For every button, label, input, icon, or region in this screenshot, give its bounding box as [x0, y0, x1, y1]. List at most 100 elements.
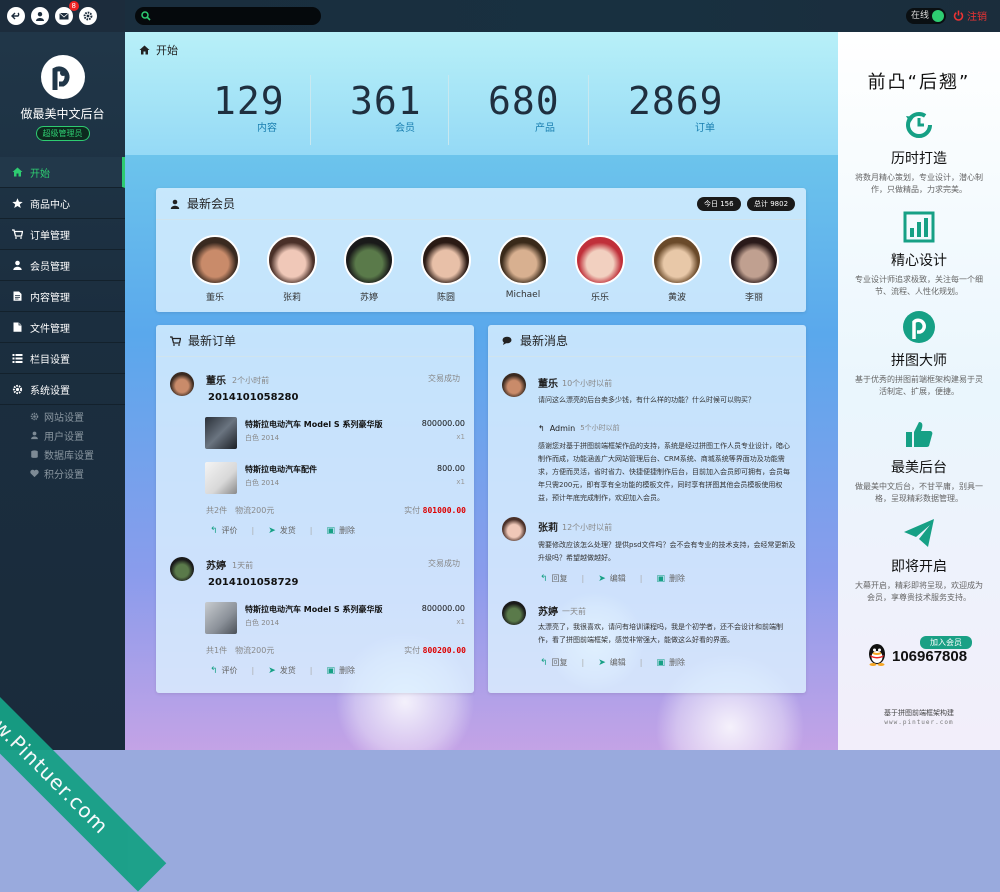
action-2-button[interactable]: ▣ 删除 [657, 573, 686, 584]
action-2-button[interactable]: ▣ 删除 [657, 657, 686, 668]
stat-value: 129 [213, 79, 285, 123]
member-avatar-item[interactable]: 陈圆 [420, 235, 472, 303]
action-0-button[interactable]: ↰ 评价 [210, 525, 238, 536]
action-0-button[interactable]: ↰ 评价 [210, 665, 238, 676]
search-input[interactable] [135, 7, 321, 25]
gear-icon [30, 412, 39, 421]
message-user-name[interactable]: 苏婷 [538, 603, 558, 618]
member-avatar-item[interactable]: 黄波 [651, 235, 703, 303]
action-label: 回复 [551, 574, 568, 583]
toggle-knob [932, 10, 944, 22]
sidebar-item-6[interactable]: 栏目设置 [0, 343, 125, 374]
promo-panel: 前凸“后翘” 历时打造 将数月精心策划，专业设计，潜心制作，只做精品，力求完美。精… [838, 32, 1000, 750]
message-time: 10个小时以前 [562, 379, 613, 388]
logo[interactable] [40, 55, 85, 99]
qq-contact[interactable]: 加入会员 106967808 [866, 636, 996, 676]
home-icon [139, 45, 150, 55]
sidebar-subitem-0[interactable]: 网站设置 [0, 407, 125, 426]
message-user-name[interactable]: 张莉 [538, 519, 558, 534]
action-1-button[interactable]: ➤ 编辑 [598, 573, 626, 584]
order-number[interactable]: 2014101058280 [208, 392, 298, 403]
user-button[interactable] [31, 7, 49, 25]
sidebar-subitem-1[interactable]: 用户设置 [0, 426, 125, 445]
avatar[interactable] [170, 372, 194, 396]
stat-label: 会员 [395, 123, 415, 134]
order-product[interactable]: 特斯拉电动汽车 Model S 系列豪华版 白色 2014 800000.00 x1 [205, 602, 465, 642]
sidebar-item-5[interactable]: 文件管理 [0, 312, 125, 343]
action-row: ↰ 评价 | ➤ 发货 | ▣ 删除 [210, 665, 355, 676]
back-button[interactable] [7, 7, 25, 25]
mail-button[interactable]: 8 [55, 1, 79, 25]
stat-label: 订单 [695, 123, 715, 134]
pintuer-logo-icon [52, 66, 70, 90]
member-avatar-item[interactable]: Michael [497, 235, 549, 303]
sidebar-item-label: 开始 [30, 168, 50, 180]
member-avatar-item[interactable]: 张莉 [266, 235, 318, 303]
feature-title: 最美后台 [891, 460, 947, 476]
sidebar-item-3[interactable]: 会员管理 [0, 250, 125, 281]
order-summary-text: 共2件 物流200元 [206, 506, 275, 515]
order-user-name[interactable]: 苏婷 [206, 557, 226, 572]
message-user-name[interactable]: 董乐 [538, 375, 558, 390]
order-product[interactable]: 特斯拉电动汽车 Model S 系列豪华版 白色 2014 800000.00 x1 [205, 417, 465, 457]
product-qty: x1 [456, 618, 465, 626]
avatar [652, 235, 702, 285]
reply-user[interactable]: Admin [550, 424, 576, 433]
feature-item: 历时打造 将数月精心策划，专业设计，潜心制作，只做精品，力求完美。 [838, 108, 1000, 196]
send-icon: ➤ [268, 525, 276, 536]
online-toggle[interactable]: 在线 [906, 8, 946, 24]
mail-badge: 8 [68, 1, 79, 11]
action-row: ↰ 评价 | ➤ 发货 | ▣ 删除 [210, 525, 355, 536]
action-0-button[interactable]: ↰ 回复 [540, 657, 568, 668]
member-avatar-item[interactable]: 李丽 [728, 235, 780, 303]
sidebar-item-0[interactable]: 开始 [0, 157, 125, 188]
avatar[interactable] [502, 517, 526, 541]
order-status: 交易成功 [428, 559, 460, 568]
breadcrumb-current[interactable]: 开始 [156, 42, 178, 58]
logout-button[interactable]: 注销 [953, 8, 987, 23]
sidebar-item-2[interactable]: 订单管理 [0, 219, 125, 250]
stat-2: 680 产品 [488, 79, 628, 139]
total-count-badge: 总计 9802 [747, 197, 796, 211]
separator: | [251, 526, 255, 535]
action-row: ↰ 回复 | ➤ 编辑 | ▣ 删除 [540, 657, 685, 668]
order-product[interactable]: 特斯拉电动汽车配件 白色 2014 800.00 x1 [205, 462, 465, 502]
action-1-button[interactable]: ➤ 发货 [268, 525, 296, 536]
stat-label: 产品 [535, 123, 555, 134]
member-avatar-item[interactable]: 董乐 [189, 235, 241, 303]
promo-title: 前凸“后翘” [867, 72, 971, 93]
action-label: 评价 [221, 526, 238, 535]
sidebar-subitem-2[interactable]: 数据库设置 [0, 445, 125, 464]
avatar [344, 235, 394, 285]
action-label: 删除 [669, 574, 686, 583]
sidebar-item-7[interactable]: 系统设置 [0, 374, 125, 405]
sidebar-item-4[interactable]: 内容管理 [0, 281, 125, 312]
settings-button[interactable] [79, 7, 97, 25]
action-1-button[interactable]: ➤ 发货 [268, 665, 296, 676]
history-icon [906, 112, 932, 138]
product-name: 特斯拉电动汽车配件 [245, 465, 317, 474]
action-2-button[interactable]: ▣ 删除 [327, 525, 356, 536]
order-number[interactable]: 2014101058729 [208, 577, 298, 588]
sidebar-subitem-label: 网站设置 [44, 413, 84, 424]
order-time: 2个小时前 [232, 376, 270, 385]
member-avatar-item[interactable]: 乐乐 [574, 235, 626, 303]
order-user-name[interactable]: 董乐 [206, 372, 226, 387]
footer-url[interactable]: www.pintuer.com [838, 719, 1000, 726]
feature-item: 即将开启 大幕开启，精彩即将呈现，欢迎成为会员，享尊贵技术服务支持。 [838, 516, 1000, 604]
action-0-button[interactable]: ↰ 回复 [540, 573, 568, 584]
thumbs-up-icon [906, 422, 933, 447]
action-1-button[interactable]: ➤ 编辑 [598, 657, 626, 668]
sidebar-item-1[interactable]: 商品中心 [0, 188, 125, 219]
separator: | [581, 658, 585, 667]
sidebar-subitem-3[interactable]: 积分设置 [0, 464, 125, 483]
messages-title: 最新消息 [520, 334, 569, 348]
avatar[interactable] [502, 601, 526, 625]
member-avatar-item[interactable]: 苏婷 [343, 235, 395, 303]
send-icon: ➤ [598, 657, 606, 668]
sidebar-item-label: 文件管理 [30, 323, 70, 335]
avatar[interactable] [170, 557, 194, 581]
orders-card: 最新订单 董乐 2个小时前 交易成功 2014101058280 特斯拉电动汽车 Mod… [156, 325, 474, 693]
action-2-button[interactable]: ▣ 删除 [327, 665, 356, 676]
avatar[interactable] [502, 373, 526, 397]
